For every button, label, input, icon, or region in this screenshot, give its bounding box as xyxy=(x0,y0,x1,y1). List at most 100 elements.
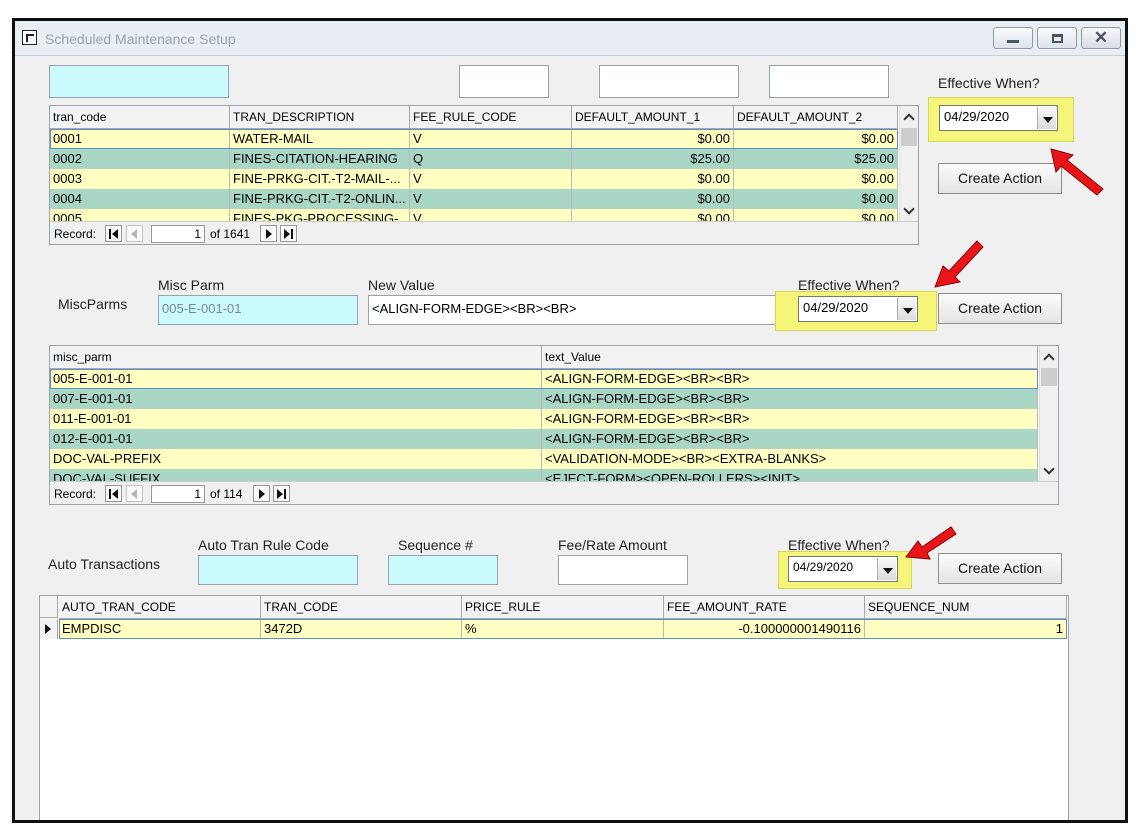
col-header[interactable]: DEFAULT_AMOUNT_2 xyxy=(734,106,898,128)
cell-tran-code[interactable]: 0003 xyxy=(50,169,230,189)
cell-tran-code[interactable]: 0005 xyxy=(50,209,230,221)
cell-tran-code[interactable]: 0002 xyxy=(50,149,230,169)
next-record-button[interactable] xyxy=(253,485,270,502)
col-header[interactable]: FEE_RULE_CODE xyxy=(410,106,572,128)
cell-amount-2[interactable]: $0.00 xyxy=(734,189,898,209)
cell-description[interactable]: WATER-MAIL xyxy=(230,129,410,149)
cell-description[interactable]: FINES-CITATION-HEARING xyxy=(230,149,410,169)
prev-record-button[interactable] xyxy=(126,225,143,242)
cell-description[interactable]: FINE-PRKG-CIT.-T2-ONLIN... xyxy=(230,189,410,209)
filter-input-4[interactable] xyxy=(769,65,889,98)
cell-amount-1[interactable]: $0.00 xyxy=(572,189,734,209)
cell-fee-rule[interactable]: V xyxy=(410,209,572,221)
col-header[interactable]: DEFAULT_AMOUNT_1 xyxy=(572,106,734,128)
cell-amount-2[interactable]: $0.00 xyxy=(734,209,898,221)
cell-misc-parm[interactable]: 005-E-001-01 xyxy=(50,369,542,389)
cell-misc-parm[interactable]: 007-E-001-01 xyxy=(50,389,542,409)
table-row[interactable]: 007-E-001-01 <ALIGN-FORM-EDGE><BR><BR> xyxy=(50,389,1038,409)
table-row[interactable]: DOC-VAL-SUFFIX <EJECT-FORM><OPEN-ROLLERS… xyxy=(50,469,1038,481)
table-row[interactable]: DOC-VAL-PREFIX <VALIDATION-MODE><BR><EXT… xyxy=(50,449,1038,469)
sequence-input[interactable] xyxy=(388,555,498,585)
col-header[interactable]: FEE_AMOUNT_RATE xyxy=(664,596,865,618)
chevron-down-icon[interactable] xyxy=(1037,107,1056,129)
scroll-up-icon[interactable] xyxy=(1043,353,1055,365)
col-header[interactable]: TRAN_CODE xyxy=(261,596,462,618)
table-row[interactable]: EMPDISC 3472D % -0.100000001490116 1 xyxy=(59,619,1067,639)
table-row[interactable]: 012-E-001-01 <ALIGN-FORM-EDGE><BR><BR> xyxy=(50,429,1038,449)
col-header[interactable]: misc_parm xyxy=(50,346,542,368)
last-record-button[interactable] xyxy=(273,485,290,502)
cell-amount-1[interactable]: $25.00 xyxy=(572,149,734,169)
record-number-input[interactable]: 1 xyxy=(151,485,205,503)
tran-vertical-scrollbar[interactable] xyxy=(899,106,918,221)
auto-tran-rule-code-input[interactable] xyxy=(198,555,358,585)
scroll-down-icon[interactable] xyxy=(903,203,915,215)
chevron-down-icon[interactable] xyxy=(897,298,916,320)
cell-amount-1[interactable]: $0.00 xyxy=(572,169,734,189)
filter-input-2[interactable] xyxy=(459,65,549,98)
misc-create-action-button[interactable]: Create Action xyxy=(938,293,1062,324)
cell-text-value[interactable]: <ALIGN-FORM-EDGE><BR><BR> xyxy=(542,369,1038,389)
cell-text-value[interactable]: <ALIGN-FORM-EDGE><BR><BR> xyxy=(542,389,1038,409)
col-header[interactable]: PRICE_RULE xyxy=(462,596,664,618)
first-record-button[interactable] xyxy=(105,485,122,502)
cell-fee-amount-rate[interactable]: -0.100000001490116 xyxy=(664,619,865,639)
col-header[interactable]: AUTO_TRAN_CODE xyxy=(59,596,261,618)
table-row[interactable]: 0002 FINES-CITATION-HEARING Q $25.00 $25… xyxy=(50,149,898,169)
new-value-input[interactable]: <ALIGN-FORM-EDGE><BR><BR> xyxy=(368,295,788,325)
cell-misc-parm[interactable]: 011-E-001-01 xyxy=(50,409,542,429)
next-record-button[interactable] xyxy=(260,225,277,242)
cell-description[interactable]: FINE-PRKG-CIT.-T2-MAIL-... xyxy=(230,169,410,189)
col-header[interactable]: text_Value xyxy=(542,346,1038,368)
cell-misc-parm[interactable]: 012-E-001-01 xyxy=(50,429,542,449)
misc-vertical-scrollbar[interactable] xyxy=(1039,346,1058,481)
cell-sequence-num[interactable]: 1 xyxy=(865,619,1067,639)
table-row[interactable]: 0003 FINE-PRKG-CIT.-T2-MAIL-... V $0.00 … xyxy=(50,169,898,189)
cell-fee-rule[interactable]: V xyxy=(410,129,572,149)
cell-text-value[interactable]: <ALIGN-FORM-EDGE><BR><BR> xyxy=(542,429,1038,449)
cell-amount-2[interactable]: $0.00 xyxy=(734,129,898,149)
cell-amount-1[interactable]: $0.00 xyxy=(572,209,734,221)
cell-amount-1[interactable]: $0.00 xyxy=(572,129,734,149)
prev-record-button[interactable] xyxy=(126,485,143,502)
fee-rate-input[interactable] xyxy=(558,555,688,585)
table-row[interactable]: 0004 FINE-PRKG-CIT.-T2-ONLIN... V $0.00 … xyxy=(50,189,898,209)
cell-text-value[interactable]: <EJECT-FORM><OPEN-ROLLERS><INIT> xyxy=(542,469,1038,481)
close-button[interactable]: ✕ xyxy=(1081,27,1121,49)
first-record-button[interactable] xyxy=(105,225,122,242)
scroll-down-icon[interactable] xyxy=(1043,463,1055,475)
auto-effective-date-picker[interactable]: 04/29/2020 xyxy=(788,556,898,582)
table-row[interactable]: 011-E-001-01 <ALIGN-FORM-EDGE><BR><BR> xyxy=(50,409,1038,429)
cell-fee-rule[interactable]: V xyxy=(410,189,572,209)
last-record-button[interactable] xyxy=(280,225,297,242)
cell-misc-parm[interactable]: DOC-VAL-SUFFIX xyxy=(50,469,542,481)
tran-create-action-button[interactable]: Create Action xyxy=(938,163,1062,194)
table-row[interactable]: 0001 WATER-MAIL V $0.00 $0.00 xyxy=(50,129,898,149)
maximize-button[interactable] xyxy=(1037,27,1077,49)
col-header[interactable]: TRAN_DESCRIPTION xyxy=(230,106,410,128)
cell-amount-2[interactable]: $25.00 xyxy=(734,149,898,169)
misc-effective-date-picker[interactable]: 04/29/2020 xyxy=(798,296,918,322)
table-row[interactable]: 0005 FINES-PKG-PROCESSING- V $0.00 $0.00 xyxy=(50,209,898,221)
scroll-up-icon[interactable] xyxy=(903,113,915,125)
cell-price-rule[interactable]: % xyxy=(462,619,664,639)
cell-misc-parm[interactable]: DOC-VAL-PREFIX xyxy=(50,449,542,469)
record-number-input[interactable]: 1 xyxy=(151,225,205,243)
cell-text-value[interactable]: <ALIGN-FORM-EDGE><BR><BR> xyxy=(542,409,1038,429)
cell-tran-code[interactable]: 0004 xyxy=(50,189,230,209)
tran-code-filter-input[interactable] xyxy=(49,65,229,98)
scroll-thumb[interactable] xyxy=(901,128,917,146)
cell-auto-tran-code[interactable]: EMPDISC xyxy=(59,619,261,639)
col-header[interactable]: tran_code xyxy=(50,106,230,128)
tran-effective-date-picker[interactable]: 04/29/2020 xyxy=(939,105,1058,131)
cell-text-value[interactable]: <VALIDATION-MODE><BR><EXTRA-BLANKS> xyxy=(542,449,1038,469)
auto-create-action-button[interactable]: Create Action xyxy=(938,553,1062,584)
row-selector[interactable] xyxy=(40,619,58,639)
table-row[interactable]: 005-E-001-01 <ALIGN-FORM-EDGE><BR><BR> xyxy=(50,369,1038,389)
cell-description[interactable]: FINES-PKG-PROCESSING- xyxy=(230,209,410,221)
cell-tran-code[interactable]: 0001 xyxy=(50,129,230,149)
app-icon[interactable] xyxy=(22,30,37,45)
col-header[interactable]: SEQUENCE_NUM xyxy=(865,596,1067,618)
cell-tran-code[interactable]: 3472D xyxy=(261,619,462,639)
misc-parm-input[interactable]: 005-E-001-01 xyxy=(158,295,358,325)
